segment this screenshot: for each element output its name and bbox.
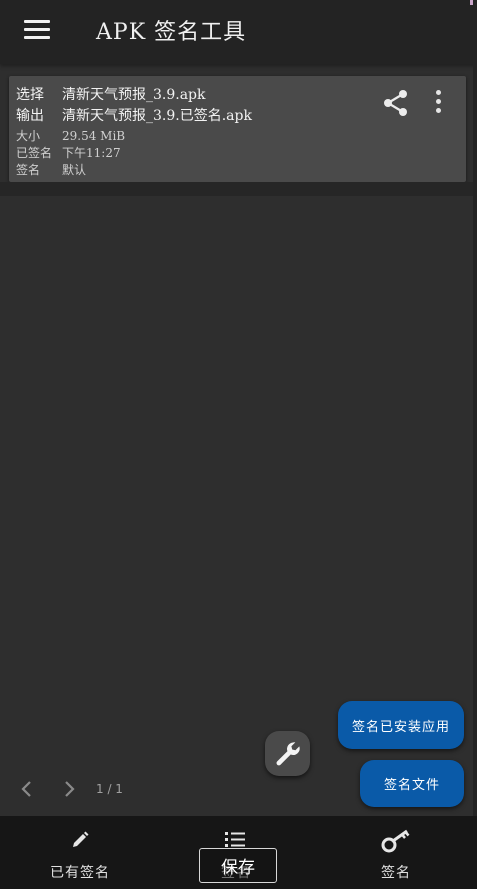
- signed-time-row: 已签名 下午11:27: [16, 144, 121, 161]
- previous-page-icon[interactable]: [20, 780, 34, 802]
- menu-icon[interactable]: [24, 18, 52, 42]
- size-value: 29.54 MiB: [62, 129, 126, 143]
- select-row: 选择 清新天气预报_3.9.apk: [16, 84, 206, 104]
- output-label: 输出: [16, 108, 44, 124]
- page-indicator: 1 / 1: [96, 782, 123, 796]
- scroll-edge: [473, 0, 477, 816]
- size-row: 大小 29.54 MiB: [16, 127, 125, 144]
- next-page-icon[interactable]: [62, 780, 76, 802]
- signature-row: 签名 默认: [16, 161, 86, 178]
- nav-sign-label: 签名: [381, 865, 411, 881]
- signed-value: 下午11:27: [62, 146, 121, 160]
- app-bar: APK 签名工具: [0, 0, 477, 64]
- key-icon: [381, 829, 410, 853]
- select-label: 选择: [16, 87, 44, 103]
- nav-signed-label: 已有签名: [50, 865, 110, 881]
- nav-signed-apps[interactable]: 已有签名: [40, 816, 120, 889]
- signed-label: 已签名: [16, 146, 53, 160]
- share-icon[interactable]: [381, 88, 411, 118]
- sign-label: 签名: [16, 163, 41, 177]
- size-label: 大小: [16, 129, 41, 143]
- save-button[interactable]: 保存: [199, 848, 277, 883]
- nav-sign[interactable]: 签名: [356, 816, 436, 889]
- apk-info-card[interactable]: 选择 清新天气预报_3.9.apk 输出 清新天气预报_3.9.已签名.apk 大小…: [9, 76, 466, 182]
- more-options-icon[interactable]: [433, 90, 443, 116]
- card-divider: [0, 182, 477, 196]
- output-value: 清新天气预报_3.9.已签名.apk: [62, 108, 252, 124]
- output-row: 输出 清新天气预报_3.9.已签名.apk: [16, 105, 252, 125]
- pencil-icon: [73, 831, 89, 847]
- select-value: 清新天气预报_3.9.apk: [62, 87, 206, 103]
- tools-button[interactable]: [265, 731, 310, 776]
- sign-file-button[interactable]: 签名文件: [360, 760, 464, 807]
- app-title: APK 签名工具: [96, 20, 247, 45]
- sign-installed-app-button[interactable]: 签名已安装应用: [338, 701, 464, 749]
- sign-value: 默认: [62, 163, 87, 177]
- wrench-icon: [276, 741, 300, 765]
